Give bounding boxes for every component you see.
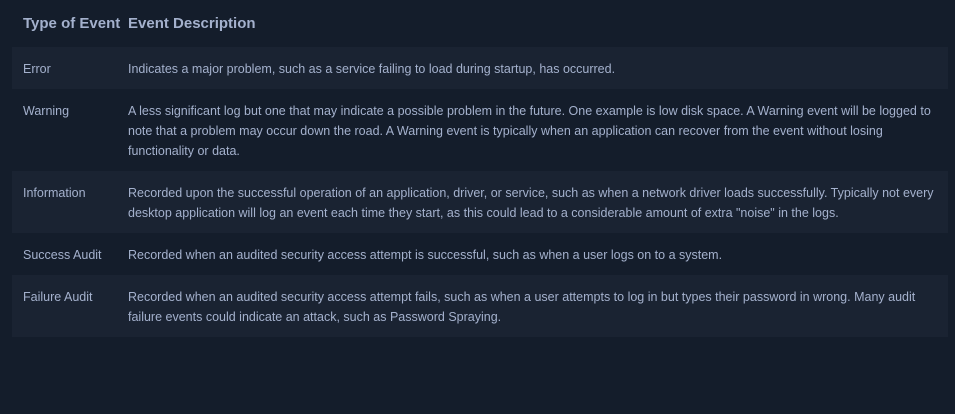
table-row: Failure Audit Recorded when an audited s… bbox=[12, 275, 948, 337]
table-row: Error Indicates a major problem, such as… bbox=[12, 47, 948, 89]
table-header: Type of Event Event Description bbox=[12, 0, 948, 47]
event-type-cell: Failure Audit bbox=[23, 290, 93, 304]
header-type-of-event: Type of Event bbox=[23, 15, 121, 32]
event-types-table-container: Type of Event Event Description Error In… bbox=[12, 0, 948, 337]
header-event-description: Event Description bbox=[128, 15, 256, 32]
event-description-cell: Recorded when an audited security access… bbox=[128, 290, 916, 324]
event-description-cell: Indicates a major problem, such as a ser… bbox=[128, 62, 616, 76]
table-row: Information Recorded upon the successful… bbox=[12, 171, 948, 233]
header-row: Type of Event Event Description bbox=[12, 0, 948, 47]
table-row: Success Audit Recorded when an audited s… bbox=[12, 233, 948, 275]
event-description-cell: Recorded upon the successful operation o… bbox=[128, 186, 934, 220]
event-type-cell: Success Audit bbox=[23, 248, 102, 262]
table-row: Warning A less significant log but one t… bbox=[12, 89, 948, 171]
event-type-cell: Error bbox=[23, 62, 51, 76]
event-description-cell: Recorded when an audited security access… bbox=[128, 248, 723, 262]
event-type-cell: Warning bbox=[23, 104, 70, 118]
event-description-cell: A less significant log but one that may … bbox=[128, 104, 931, 158]
event-types-table: Type of Event Event Description Error In… bbox=[12, 0, 948, 337]
table-body: Error Indicates a major problem, such as… bbox=[12, 47, 948, 337]
event-type-cell: Information bbox=[23, 186, 86, 200]
